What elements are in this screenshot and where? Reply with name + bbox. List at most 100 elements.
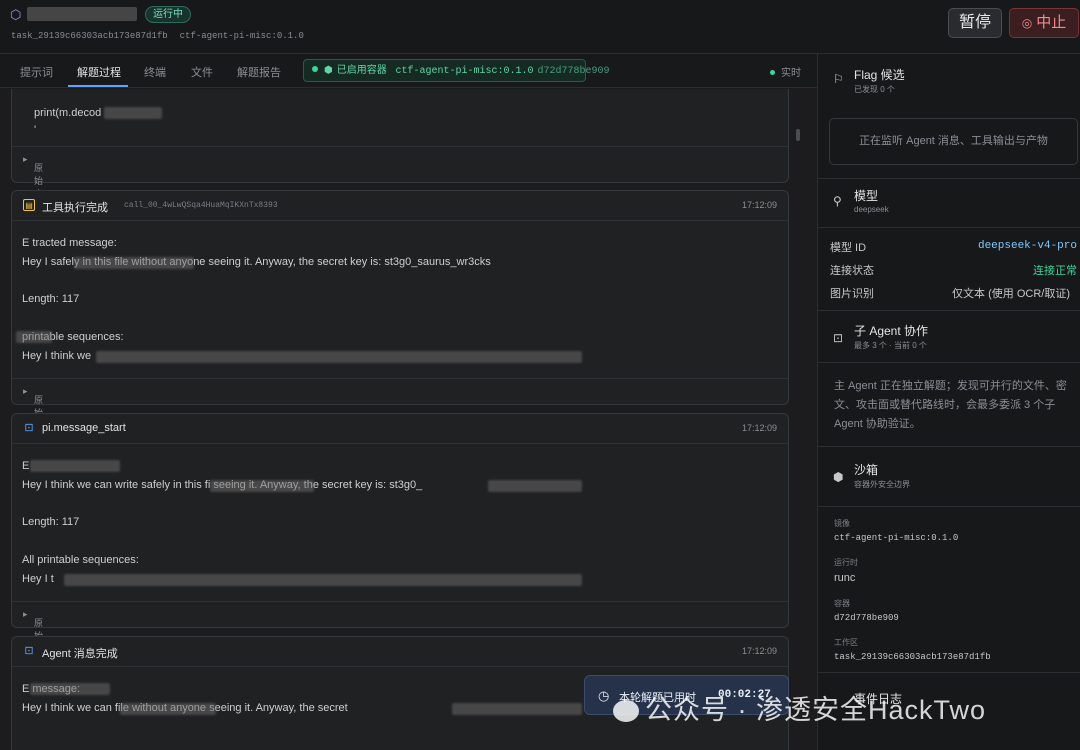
redacted-text [210,480,314,492]
top-header: ⬡ 运行中 task_29139c66303acb173e87d1fb ctf-a… [0,0,1080,54]
bot-icon: ⊡ [24,645,34,657]
live-dot-icon [770,70,775,75]
feed-scrollbar[interactable] [796,129,800,141]
redacted-text [30,683,110,695]
image-value: ctf-agent-pi-misc:0.1.0 [834,533,959,543]
container-image: ctf-agent-pi-misc:0.1.0 [395,66,534,77]
status-badge: 运行中 [145,6,191,23]
card-time: 17:12:09 [741,423,777,433]
divider [818,178,1080,179]
output-line: E [22,460,30,472]
output-line: Length: 117 [22,293,80,305]
sandbox-cube-icon: ⬢ [833,470,844,484]
right-sidebar: ⚐ Flag 候选 已发现 0 个 正在监听 Agent 消息、工具输出与产物 … [817,54,1080,750]
divider [818,506,1080,507]
active-tab-indicator [68,85,128,87]
redacted-text [16,331,52,343]
container-status-chip: ⬢ 已启用容器 ctf-agent-pi-misc:0.1.0 d72d778be9… [303,59,610,82]
event-feed[interactable]: print(m.decod ' ▸ 原始事件数据 ▤ 工具执行完成 call_0… [0,89,817,750]
tab-bar: 提示词 解题过程 终端 文件 解题报告 ⬢ 已启用容器 ctf-agent-pi-… [0,54,817,88]
runtime-key: 运行时 [834,558,858,567]
raw-events-toggle[interactable]: ▸ 原始事件数据 [12,146,788,238]
redacted-text [104,107,162,119]
output-line: Hey I t [22,573,54,585]
realtime-label: 实时 [781,68,801,79]
card-title: Agent 消息完成 [42,648,118,660]
output-line: Hey I think we [22,350,92,362]
card-header: ⊡ pi.message_start 17:12:09 [12,414,788,444]
code-line: print(m.decod [34,107,102,119]
flag-icon: ⚐ [833,72,844,86]
bot-icon: ⊡ [24,422,34,434]
event-card: ▤ 工具执行完成 call_00_4wLwQSqa4HuaMqIKXnTx839… [11,190,789,470]
task-meta: task_29139c66303acb173e87d1fb ctf-agent-p… [11,31,304,41]
status-dot-icon [312,66,318,72]
redacted-text [452,703,582,715]
raw-events-toggle[interactable]: ▸ 原始事件数据 [12,378,788,470]
redacted-text [64,574,582,586]
flag-title: Flag 候选 [854,68,905,82]
subagent-count: 最多 3 个 · 当前 0 个 [854,341,927,350]
agent-version: ctf-agent-pi-misc:0.1.0 [179,31,304,41]
call-id: call_00_4wLwQSqa4HuaMqIKXnTx8393 [124,201,278,210]
card-header: ⊡ Agent 消息完成 17:12:09 [12,637,788,667]
connection-value: 连接正常 [1033,265,1077,277]
subagent-title: 子 Agent 协作 [854,324,929,338]
model-icon: ⚲ [833,194,842,208]
card-title: 工具执行完成 [42,202,108,214]
divider [818,362,1080,363]
output-line: Length: 117 [22,516,80,528]
redacted-text [96,351,582,363]
sandbox-sub: 容器外安全边界 [854,480,910,489]
flag-listening-box: 正在监听 Agent 消息、工具输出与产物 [829,118,1078,165]
output-line: E tracted message: [22,237,117,249]
output-line: All printable sequences: [22,554,139,566]
realtime-indicator: 实时 [770,64,801,79]
task-id: task_29139c66303acb173e87d1fb [11,31,168,41]
tab-prompt[interactable]: 提示词 [20,64,53,80]
connection-label: 连接状态 [830,265,874,277]
code-line: ' [34,124,37,136]
clock-icon: ◷ [598,688,610,703]
divider [818,446,1080,447]
sandbox-title: 沙箱 [854,463,879,477]
divider [818,310,1080,311]
event-card: ⊡ pi.message_start 17:12:09 E Hey I thin… [11,413,789,693]
card-header: ▤ 工具执行完成 call_00_4wLwQSqa4HuaMqIKXnTx839… [12,191,788,221]
workdir-key: 工作区 [834,638,858,647]
image-key: 镜像 [834,519,850,528]
watermark: 公众号 · 渗透安全HackTwo [613,688,986,727]
container-hash: d72d778be909 [537,66,610,77]
redacted-text [74,257,194,269]
hexagon-logo-icon: ⬡ [10,7,22,22]
model-provider: deepseek [854,205,889,214]
divider [818,227,1080,228]
event-card: print(m.decod ' ▸ 原始事件数据 [11,89,789,238]
watermark-text: 公众号 · 渗透安全HackTwo [645,695,987,725]
runtime-value: runc [834,572,856,584]
workdir-value: task_29139c66303acb173e87d1fb [834,652,991,662]
container-key: 容器 [834,599,850,608]
image-recognition-label: 图片识别 [830,288,874,300]
container-label: 已启用容器 [336,65,387,76]
tab-files[interactable]: 文件 [191,64,213,80]
model-title: 模型 [854,189,879,203]
pause-button[interactable]: 暂停 [948,8,1002,38]
tab-terminal[interactable]: 终端 [144,64,166,80]
tab-solving-process[interactable]: 解题过程 [77,64,121,80]
image-recognition-value: 仅文本 (使用 OCR/取证) [952,288,1070,300]
tab-report[interactable]: 解题报告 [237,64,281,80]
subagent-description: 主 Agent 正在独立解题；发现可并行的文件、密文、攻击面或替代路线时，会最多… [834,380,1067,430]
card-time: 17:12:09 [741,200,777,210]
card-time: 17:12:09 [741,646,777,656]
stop-circle-icon: ◎ [1021,16,1033,30]
model-id-value: deepseek-v4-pro [977,240,1077,252]
container-value: d72d778be909 [834,613,899,623]
card-title: pi.message_start [42,422,126,434]
flag-count: 已发现 0 个 [854,85,895,94]
raw-events-toggle[interactable]: ▸ 原始事件数据 [12,601,788,693]
stop-label: 中止 [1036,14,1067,31]
redacted-task-name [27,7,137,21]
stop-button[interactable]: ◎ 中止 [1009,8,1079,38]
tool-icon: ▤ [23,199,35,211]
